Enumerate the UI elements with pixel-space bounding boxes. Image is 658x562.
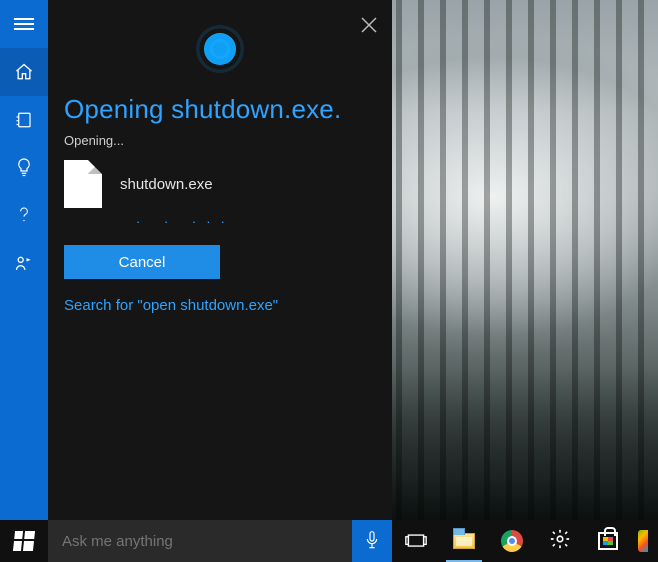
task-view-button[interactable]: [392, 520, 440, 562]
chrome-icon: [501, 530, 523, 552]
partial-app-button[interactable]: [632, 520, 652, 562]
file-icon: [64, 160, 102, 208]
chrome-button[interactable]: [488, 520, 536, 562]
microphone-icon: [364, 530, 380, 552]
store-icon: [598, 532, 618, 550]
task-view-icon: [405, 532, 427, 550]
progress-indicator: · · ···: [48, 212, 392, 239]
settings-button[interactable]: [536, 520, 584, 562]
feedback-button[interactable]: [0, 240, 48, 288]
notebook-icon: [15, 110, 33, 130]
cancel-button[interactable]: Cancel: [64, 245, 220, 279]
cortana-rail: [0, 0, 48, 520]
partial-app-icon: [638, 530, 648, 552]
store-button[interactable]: [584, 520, 632, 562]
tips-button[interactable]: [0, 144, 48, 192]
file-explorer-icon: [453, 533, 475, 549]
home-icon: [14, 62, 34, 82]
search-input[interactable]: [62, 533, 338, 550]
cortana-logo-icon: [199, 28, 241, 70]
home-button[interactable]: [0, 48, 48, 96]
help-icon: [16, 205, 32, 227]
cortana-mic-button[interactable]: [352, 520, 392, 562]
cortana-panel: Opening shutdown.exe. Opening... shutdow…: [48, 0, 392, 520]
gear-icon: [549, 528, 571, 555]
file-row: shutdown.exe: [48, 154, 392, 212]
opening-status: Opening...: [48, 133, 392, 154]
lightbulb-icon: [15, 157, 33, 179]
close-icon: [360, 16, 378, 34]
menu-button[interactable]: [0, 0, 48, 48]
taskbar: [0, 520, 658, 562]
feedback-icon: [14, 254, 34, 274]
start-button[interactable]: [0, 520, 48, 562]
help-button[interactable]: [0, 192, 48, 240]
menu-icon: [14, 15, 34, 33]
notebook-button[interactable]: [0, 96, 48, 144]
taskbar-icons: [392, 520, 652, 562]
search-web-link[interactable]: Search for "open shutdown.exe": [48, 293, 392, 318]
file-name-label: shutdown.exe: [120, 176, 213, 193]
close-button[interactable]: [360, 16, 378, 39]
cortana-heading: Opening shutdown.exe.: [48, 70, 392, 133]
file-explorer-button[interactable]: [440, 520, 488, 562]
windows-logo-icon: [13, 531, 35, 551]
cortana-search-box[interactable]: [48, 520, 352, 562]
